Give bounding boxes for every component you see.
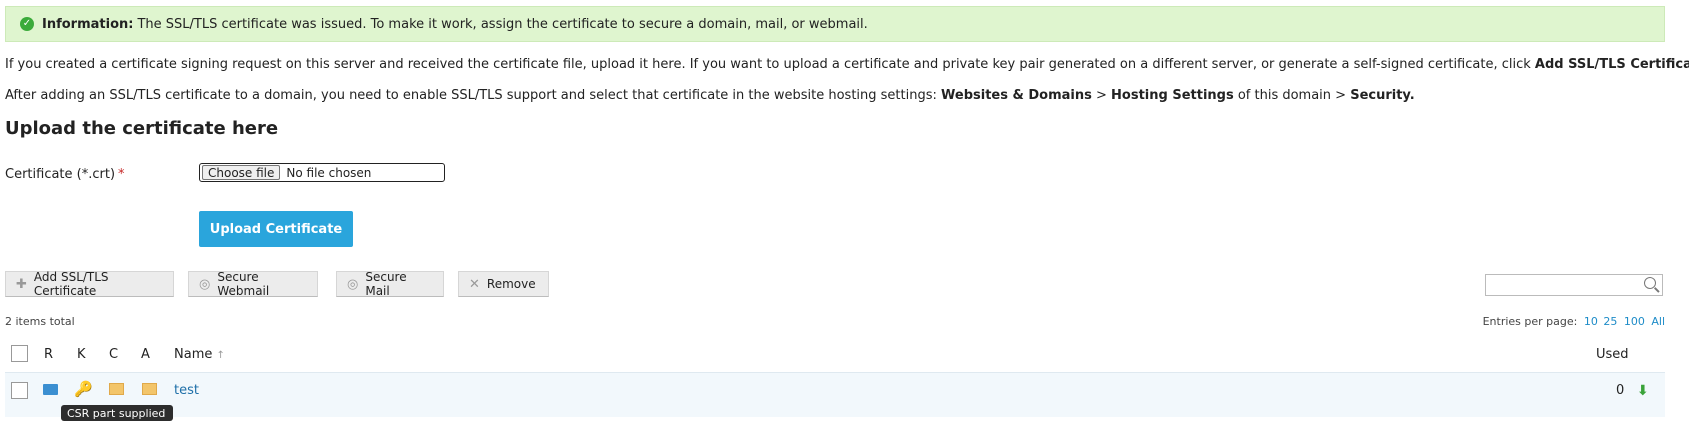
entries-option-10[interactable]: 10 <box>1584 315 1598 328</box>
info-banner: ✓ Information: The SSL/TLS certificate w… <box>5 6 1665 42</box>
column-a: A <box>141 347 150 362</box>
column-name-label: Name <box>174 347 213 362</box>
intro-text-1: If you created a certificate signing req… <box>5 57 1535 72</box>
key-icon: 🔑 <box>74 380 93 398</box>
entries-option-25[interactable]: 25 <box>1603 315 1617 328</box>
secure-mail-label: Secure Mail <box>365 270 407 298</box>
tooltip: CSR part supplied <box>61 405 173 421</box>
globe-icon: ◎ <box>199 276 211 292</box>
intro-bold-websites: Websites & Domains <box>941 88 1092 103</box>
intro-bold-add-cert: Add SSL/TLS Certificate. <box>1534 57 1689 72</box>
intro-text-2: After adding an SSL/TLS certificate to a… <box>5 88 942 103</box>
certificate-field-label: Certificate (*.crt) * <box>5 167 125 182</box>
search-icon[interactable] <box>1644 277 1656 289</box>
add-ssl-certificate-button[interactable]: ✚ Add SSL/TLS Certificate <box>5 270 174 298</box>
column-name[interactable]: Name ↑ <box>174 347 225 362</box>
globe-icon: ◎ <box>347 276 359 292</box>
remove-label: Remove <box>486 277 536 291</box>
banner-text: The SSL/TLS certificate was issued. To m… <box>137 16 868 32</box>
upload-heading: Upload the certificate here <box>5 118 279 139</box>
certificate-icon <box>142 383 157 395</box>
plus-icon: ✚ <box>16 276 27 292</box>
check-circle-icon: ✓ <box>20 17 34 31</box>
search-input[interactable] <box>1485 274 1663 296</box>
mail-icon <box>43 384 58 395</box>
column-k: K <box>77 347 86 362</box>
banner-title: Information: <box>42 16 134 32</box>
intro-paragraph-2: After adding an SSL/TLS certificate to a… <box>5 88 1415 103</box>
upload-certificate-button[interactable]: Upload Certificate <box>199 211 353 247</box>
table-row <box>5 372 1665 417</box>
choose-file-button[interactable]: Choose file <box>202 165 281 180</box>
column-r: R <box>44 347 54 362</box>
intro-bold-hosting: Hosting Settings <box>1111 88 1234 103</box>
certificate-file-input[interactable]: Choose file No file chosen <box>199 163 445 182</box>
secure-webmail-button[interactable]: ◎ Secure Webmail <box>188 270 318 298</box>
sort-arrow-icon: ↑ <box>216 350 225 361</box>
file-status: No file chosen <box>286 165 372 180</box>
intro-bold-security: Security. <box>1350 88 1415 103</box>
remove-icon: ✕ <box>469 276 480 292</box>
used-count: 0 <box>1616 383 1625 398</box>
certificate-name-link[interactable]: test <box>174 383 199 398</box>
add-ssl-certificate-label: Add SSL/TLS Certificate <box>33 270 109 298</box>
certificate-icon <box>109 383 124 395</box>
intro-sep: > <box>1091 88 1112 103</box>
remove-button[interactable]: ✕ Remove <box>458 271 549 297</box>
download-icon[interactable]: ⬇ <box>1637 383 1649 399</box>
intro-paragraph-1: If you created a certificate signing req… <box>5 57 1689 72</box>
certificate-label-text: Certificate (*.crt) <box>5 167 116 182</box>
entries-per-page: Entries per page: 10 25 100 All <box>1483 315 1665 328</box>
row-checkbox[interactable] <box>11 382 28 399</box>
entries-option-100[interactable]: 100 <box>1624 315 1645 328</box>
intro-mid: of this domain > <box>1233 88 1351 103</box>
items-total: 2 items total <box>5 315 75 328</box>
column-used: Used <box>1596 347 1629 362</box>
secure-mail-button[interactable]: ◎ Secure Mail <box>336 270 444 298</box>
entries-label: Entries per page: <box>1482 315 1578 328</box>
entries-option-all[interactable]: All <box>1651 315 1665 328</box>
required-marker: * <box>118 167 125 182</box>
select-all-checkbox[interactable] <box>11 345 28 362</box>
secure-webmail-label: Secure Webmail <box>217 270 270 298</box>
column-c: C <box>109 347 119 362</box>
